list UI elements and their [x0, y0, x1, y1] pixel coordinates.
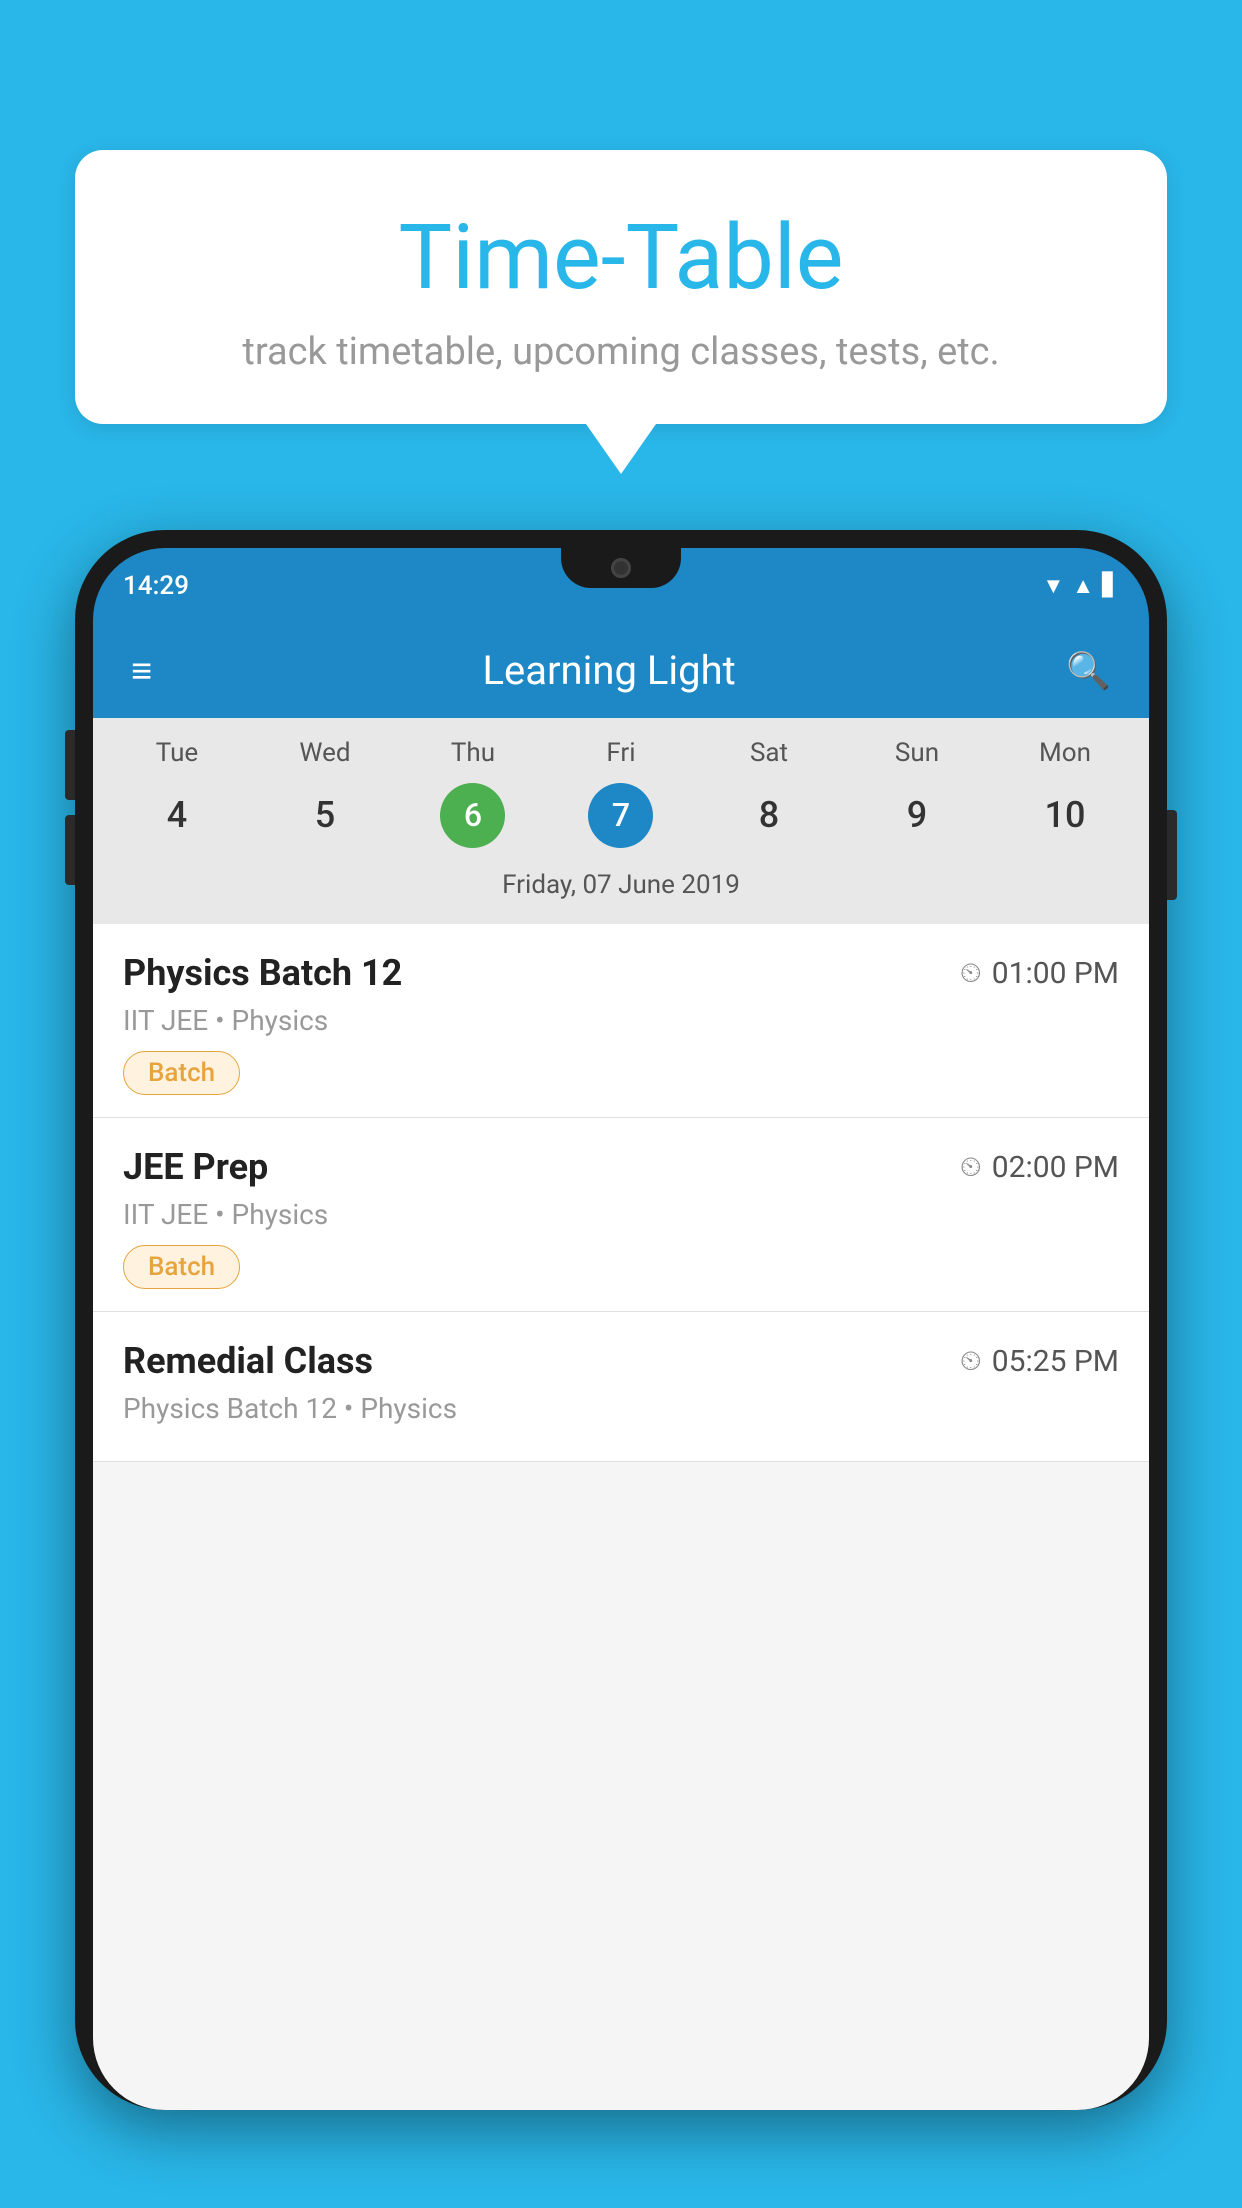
status-icons: ▼ ▲ ▋ — [1043, 573, 1119, 599]
wifi-icon: ▼ — [1043, 573, 1065, 599]
app-title: Learning Light — [182, 647, 1036, 694]
day-header-3: Fri — [554, 738, 689, 768]
day-headers-row: Tue Wed Thu Fri Sat Sun Mon — [103, 738, 1139, 768]
class-item-2-header: Remedial Class ⏲ 05:25 PM — [123, 1340, 1119, 1382]
day-10-wrapper[interactable]: 10 — [998, 780, 1133, 850]
class-1-meta: IIT JEE • Physics — [123, 1198, 1119, 1231]
class-1-batch-tag: Batch — [123, 1245, 240, 1289]
class-item-0-header: Physics Batch 12 ⏲ 01:00 PM — [123, 952, 1119, 994]
class-item-1-header: JEE Prep ⏲ 02:00 PM — [123, 1146, 1119, 1188]
day-header-5: Sun — [850, 738, 985, 768]
hamburger-menu-icon[interactable]: ≡ — [121, 640, 162, 702]
calendar-strip: Tue Wed Thu Fri Sat Sun Mon 4 5 — [93, 718, 1149, 924]
phone-body: 14:29 ▼ ▲ ▋ ≡ Learning Light 🔍 Tue — [75, 530, 1167, 2110]
day-header-6: Mon — [998, 738, 1133, 768]
status-time: 14:29 — [123, 571, 189, 601]
clock-icon-0: ⏲ — [960, 956, 982, 990]
clock-icon-2: ⏲ — [960, 1344, 982, 1378]
day-6-wrapper[interactable]: 6 — [406, 780, 541, 850]
battery-icon: ▋ — [1102, 573, 1119, 598]
app-bar: ≡ Learning Light 🔍 — [93, 623, 1149, 718]
day-9-wrapper[interactable]: 9 — [850, 780, 985, 850]
day-header-4: Sat — [702, 738, 837, 768]
class-list: Physics Batch 12 ⏲ 01:00 PM IIT JEE • Ph… — [93, 924, 1149, 1462]
day-numbers-row[interactable]: 4 5 6 7 8 9 — [103, 780, 1139, 850]
day-header-0: Tue — [110, 738, 245, 768]
day-8[interactable]: 8 — [760, 780, 778, 850]
day-8-wrapper[interactable]: 8 — [702, 780, 837, 850]
phone-screen: ≡ Learning Light 🔍 Tue Wed Thu Fri Sat S… — [93, 623, 1149, 2110]
day-header-1: Wed — [258, 738, 393, 768]
class-2-name: Remedial Class — [123, 1340, 373, 1382]
class-0-time: ⏲ 01:00 PM — [960, 956, 1119, 991]
day-4[interactable]: 4 — [168, 780, 186, 850]
class-1-time: ⏲ 02:00 PM — [960, 1150, 1119, 1185]
day-5[interactable]: 5 — [316, 780, 334, 850]
day-7-wrapper[interactable]: 7 — [554, 780, 689, 850]
volume-down-btn — [65, 815, 75, 885]
search-button[interactable]: 🔍 — [1056, 640, 1121, 702]
day-7-selected[interactable]: 7 — [588, 783, 653, 848]
class-2-meta: Physics Batch 12 • Physics — [123, 1392, 1119, 1425]
day-10[interactable]: 10 — [1056, 780, 1074, 850]
class-2-time: ⏲ 05:25 PM — [960, 1344, 1119, 1379]
power-button — [1167, 810, 1177, 900]
speech-bubble-card: Time-Table track timetable, upcoming cla… — [75, 150, 1167, 424]
volume-up-btn — [65, 730, 75, 800]
volume-buttons — [65, 730, 75, 885]
day-6-today[interactable]: 6 — [440, 783, 505, 848]
phone-notch — [561, 548, 681, 588]
day-5-wrapper[interactable]: 5 — [258, 780, 393, 850]
clock-icon-1: ⏲ — [960, 1150, 982, 1184]
signal-icon: ▲ — [1072, 573, 1094, 599]
class-item-2[interactable]: Remedial Class ⏲ 05:25 PM Physics Batch … — [93, 1312, 1149, 1462]
day-4-wrapper[interactable]: 4 — [110, 780, 245, 850]
class-item-1[interactable]: JEE Prep ⏲ 02:00 PM IIT JEE • Physics Ba… — [93, 1118, 1149, 1312]
class-1-name: JEE Prep — [123, 1146, 268, 1188]
speech-bubble-section: Time-Table track timetable, upcoming cla… — [75, 150, 1167, 474]
class-item-0[interactable]: Physics Batch 12 ⏲ 01:00 PM IIT JEE • Ph… — [93, 924, 1149, 1118]
day-header-2: Thu — [406, 738, 541, 768]
day-9[interactable]: 9 — [908, 780, 926, 850]
class-0-name: Physics Batch 12 — [123, 952, 402, 994]
phone-mockup: 14:29 ▼ ▲ ▋ ≡ Learning Light 🔍 Tue — [75, 530, 1167, 2208]
class-0-meta: IIT JEE • Physics — [123, 1004, 1119, 1037]
bubble-arrow — [586, 424, 656, 474]
status-bar: 14:29 ▼ ▲ ▋ — [93, 548, 1149, 623]
camera-dot — [611, 558, 631, 578]
selected-date-label: Friday, 07 June 2019 — [103, 862, 1139, 914]
bubble-title: Time-Table — [135, 205, 1107, 310]
class-0-batch-tag: Batch — [123, 1051, 240, 1095]
bubble-subtitle: track timetable, upcoming classes, tests… — [135, 330, 1107, 374]
